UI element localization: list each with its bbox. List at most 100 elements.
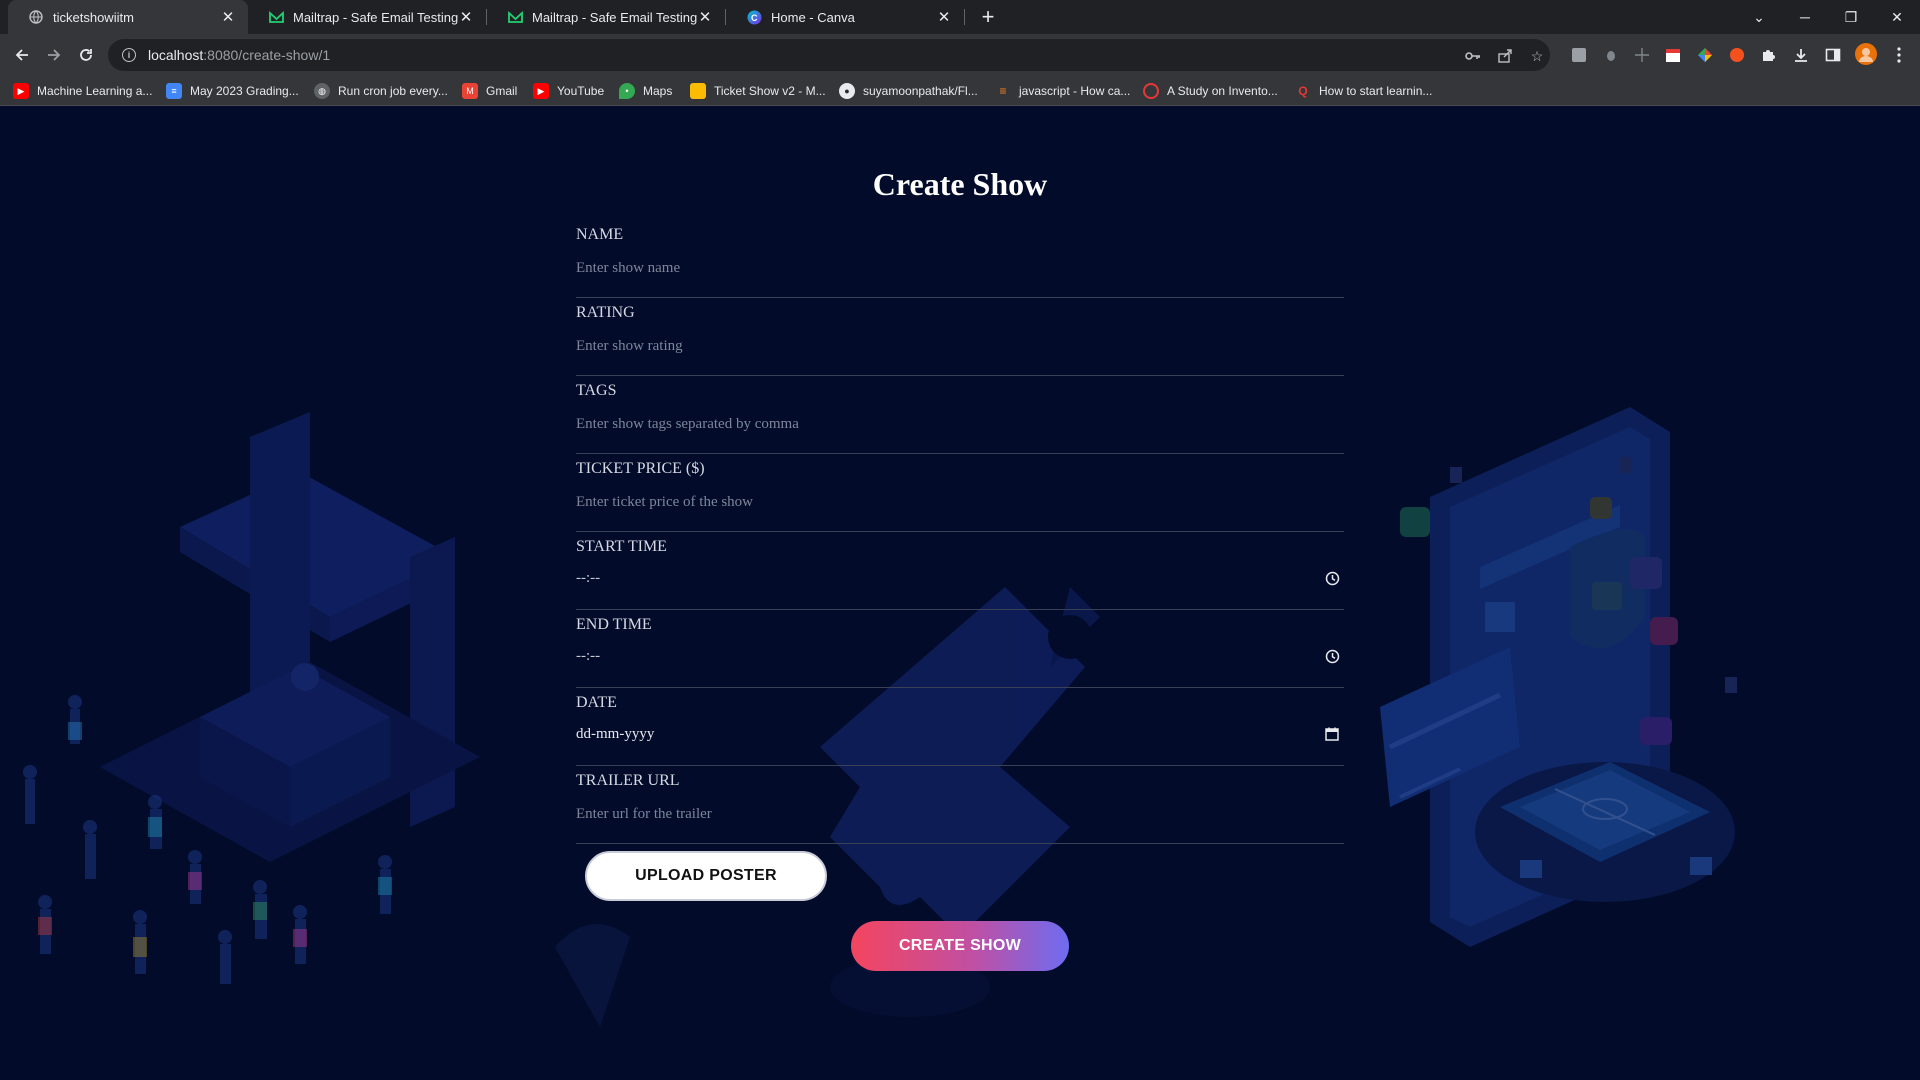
youtube-icon: ▶ bbox=[533, 83, 549, 99]
bookmark-item[interactable]: A Study on Invento... bbox=[1143, 82, 1278, 100]
slides-icon bbox=[690, 83, 706, 99]
start-time-label: START TIME bbox=[576, 538, 667, 555]
name-input[interactable] bbox=[576, 256, 1344, 280]
reload-icon[interactable] bbox=[72, 41, 100, 69]
tab-title: Mailtrap - Safe Email Testing bbox=[293, 9, 458, 25]
target-icon bbox=[1143, 83, 1159, 99]
tab-mailtrap-2[interactable]: Mailtrap - Safe Email Testing ✕ bbox=[487, 0, 725, 34]
bookmark-item[interactable]: M Gmail bbox=[462, 82, 517, 100]
close-tab-icon[interactable]: ✕ bbox=[936, 9, 952, 26]
trailer-url-input[interactable] bbox=[576, 802, 1344, 826]
tab-title: Mailtrap - Safe Email Testing bbox=[532, 9, 697, 25]
close-tab-icon[interactable]: ✕ bbox=[697, 9, 713, 26]
upload-poster-button[interactable]: UPLOAD POSTER bbox=[585, 851, 827, 901]
svg-text:C: C bbox=[751, 13, 758, 23]
extension-ruler-icon[interactable] bbox=[1633, 46, 1651, 64]
bookmark-item[interactable]: ▶ Machine Learning a... bbox=[13, 82, 152, 100]
rating-input[interactable] bbox=[576, 334, 1344, 358]
new-tab-button[interactable]: + bbox=[976, 4, 1000, 29]
bookmark-item[interactable]: ≡ javascript - How ca... bbox=[995, 82, 1130, 100]
bookmark-item[interactable]: • Maps bbox=[619, 82, 672, 100]
mailtrap-icon bbox=[507, 9, 523, 25]
end-time-field[interactable]: END TIME --:-- bbox=[576, 610, 1344, 688]
tags-input[interactable] bbox=[576, 412, 1344, 436]
extension-square-icon[interactable] bbox=[1570, 46, 1588, 64]
globe-icon bbox=[28, 9, 44, 25]
avatar[interactable] bbox=[1855, 43, 1877, 65]
clock-icon[interactable] bbox=[1324, 648, 1340, 664]
tab-ticketshowiitm[interactable]: ticketshowiitm ✕ bbox=[8, 0, 248, 34]
bookmark-item[interactable]: Ticket Show v2 - M... bbox=[690, 82, 826, 100]
tab-separator bbox=[964, 9, 965, 25]
ticket-price-label: TICKET PRICE ($) bbox=[576, 460, 705, 477]
page-title: Create Show bbox=[872, 166, 1048, 202]
tab-search-icon[interactable]: ⌄ bbox=[1736, 0, 1782, 34]
side-panel-icon[interactable] bbox=[1824, 46, 1842, 64]
extension-color-icon[interactable] bbox=[1696, 46, 1714, 64]
tab-canva[interactable]: C Home - Canva ✕ bbox=[726, 0, 964, 34]
url-text: localhost:8080/create-show/1 bbox=[148, 47, 331, 63]
rating-field: RATING bbox=[576, 298, 1344, 376]
download-icon[interactable] bbox=[1792, 46, 1810, 64]
maps-icon: • bbox=[619, 83, 635, 99]
bookmark-item[interactable]: Q How to start learnin... bbox=[1295, 82, 1432, 100]
bookmark-item[interactable]: ◍ Run cron job every... bbox=[314, 82, 448, 100]
ticket-price-input[interactable] bbox=[576, 490, 1344, 514]
name-label: NAME bbox=[576, 226, 624, 243]
stackoverflow-icon: ≡ bbox=[999, 84, 1007, 98]
name-field: NAME bbox=[576, 220, 1344, 298]
close-tab-icon[interactable]: ✕ bbox=[220, 9, 236, 26]
close-tab-icon[interactable]: ✕ bbox=[458, 9, 474, 26]
gmail-icon: M bbox=[462, 83, 478, 99]
restore-icon[interactable]: ❐ bbox=[1828, 0, 1874, 34]
date-label: DATE bbox=[576, 694, 617, 711]
tab-title: Home - Canva bbox=[771, 9, 855, 25]
concert-illustration bbox=[23, 412, 480, 984]
address-bar[interactable]: i localhost:8080/create-show/1 ☆ bbox=[108, 39, 1550, 71]
forward-icon[interactable] bbox=[40, 41, 68, 69]
tags-label: TAGS bbox=[576, 382, 617, 399]
bookmark-item[interactable]: ● suyamoonpathak/Fl... bbox=[839, 82, 978, 100]
date-field[interactable]: DATE dd-mm-yyyy bbox=[576, 688, 1344, 766]
trailer-url-field: TRAILER URL bbox=[576, 766, 1344, 844]
tab-mailtrap-1[interactable]: Mailtrap - Safe Email Testing ✕ bbox=[248, 0, 486, 34]
calendar-icon[interactable] bbox=[1324, 726, 1340, 742]
ticket-price-field: TICKET PRICE ($) bbox=[576, 454, 1344, 532]
bookmark-star-icon[interactable]: ☆ bbox=[1528, 47, 1546, 65]
extensions-puzzle-icon[interactable] bbox=[1760, 46, 1778, 64]
share-icon[interactable] bbox=[1496, 47, 1514, 65]
minimize-icon[interactable]: ─ bbox=[1782, 0, 1828, 34]
globe-icon: ◍ bbox=[314, 83, 330, 99]
bookmark-item[interactable]: ▶ YouTube bbox=[533, 82, 604, 100]
github-icon: ● bbox=[839, 83, 855, 99]
site-info-icon[interactable]: i bbox=[122, 48, 136, 62]
extension-calendar-icon[interactable] bbox=[1664, 46, 1682, 64]
date-value[interactable]: dd-mm-yyyy bbox=[576, 726, 654, 743]
create-show-button[interactable]: CREATE SHOW bbox=[851, 921, 1069, 971]
bookmarks-bar: ▶ Machine Learning a... ≡ May 2023 Grading… bbox=[0, 76, 1920, 106]
start-time-value[interactable]: --:-- bbox=[576, 570, 600, 587]
start-time-field[interactable]: START TIME --:-- bbox=[576, 532, 1344, 610]
canva-icon: C bbox=[746, 9, 762, 25]
browser-toolbar: i localhost:8080/create-show/1 ☆ bbox=[0, 34, 1920, 76]
page-content: Create Show NAME RATING TAGS TICKET PRIC… bbox=[0, 107, 1920, 1080]
menu-kebab-icon[interactable] bbox=[1890, 46, 1908, 64]
phone-stadium-illustration bbox=[1380, 407, 1737, 947]
tags-field: TAGS bbox=[576, 376, 1344, 454]
extension-drop-icon[interactable] bbox=[1602, 46, 1620, 64]
rating-label: RATING bbox=[576, 304, 635, 321]
docs-icon: ≡ bbox=[166, 83, 182, 99]
clock-icon[interactable] bbox=[1324, 570, 1340, 586]
bookmark-item[interactable]: ≡ May 2023 Grading... bbox=[166, 82, 299, 100]
mailtrap-icon bbox=[268, 9, 284, 25]
trailer-url-label: TRAILER URL bbox=[576, 772, 680, 789]
key-icon[interactable] bbox=[1464, 47, 1482, 65]
back-icon[interactable] bbox=[8, 41, 36, 69]
close-window-icon[interactable]: ✕ bbox=[1874, 0, 1920, 34]
quora-icon: Q bbox=[1298, 84, 1308, 98]
extension-flame-icon[interactable] bbox=[1728, 46, 1746, 64]
youtube-icon: ▶ bbox=[13, 83, 29, 99]
tab-strip: ticketshowiitm ✕ Mailtrap - Safe Email T… bbox=[0, 0, 1920, 34]
end-time-value[interactable]: --:-- bbox=[576, 648, 600, 665]
tab-title: ticketshowiitm bbox=[53, 9, 134, 25]
